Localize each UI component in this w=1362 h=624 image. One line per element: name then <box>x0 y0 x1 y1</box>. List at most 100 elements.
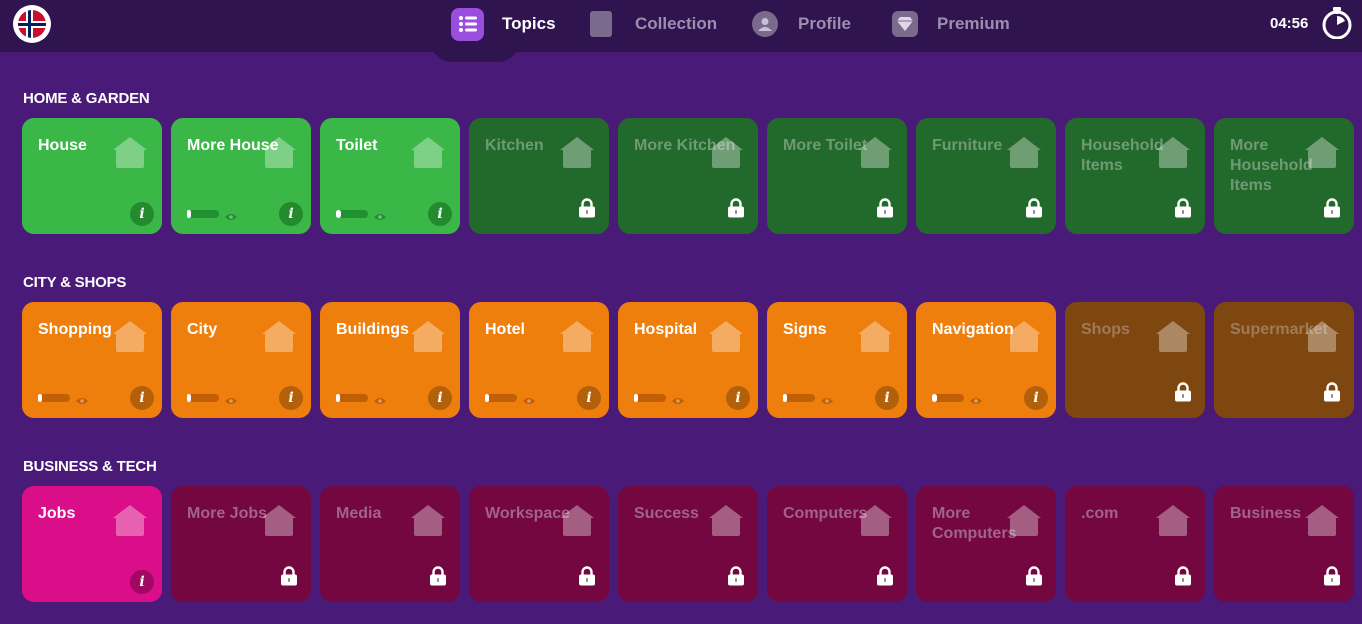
eye-icon <box>225 209 237 220</box>
topic-illustration-icon <box>261 318 299 354</box>
lock-icon <box>1323 566 1341 586</box>
topic-card[interactable]: Shops <box>1065 302 1205 418</box>
lock-icon <box>876 566 894 586</box>
topic-card[interactable]: Buildings i <box>320 302 460 418</box>
eye-icon <box>76 393 88 404</box>
section-title: HOME & GARDEN <box>23 90 150 107</box>
info-icon[interactable]: i <box>577 386 601 410</box>
progress-bar <box>336 210 368 218</box>
nav-topics-label: Topics <box>502 14 556 33</box>
topic-card[interactable]: Navigation i <box>916 302 1056 418</box>
progress-bar-fill <box>336 394 340 402</box>
topic-illustration-icon <box>708 318 746 354</box>
lock-icon <box>280 566 298 586</box>
nav-premium[interactable]: Premium <box>892 5 1010 43</box>
topic-card[interactable]: More Household Items <box>1214 118 1354 234</box>
progress-bar-fill <box>187 210 191 218</box>
topic-card[interactable]: Kitchen <box>469 118 609 234</box>
topic-illustration-icon <box>1155 318 1193 354</box>
info-icon[interactable]: i <box>428 202 452 226</box>
book-icon <box>590 11 612 37</box>
lock-icon <box>876 198 894 218</box>
section-title: BUSINESS & TECH <box>23 458 157 475</box>
topic-card[interactable]: More Computers <box>916 486 1056 602</box>
topic-card[interactable]: More Kitchen <box>618 118 758 234</box>
topic-card[interactable]: House i <box>22 118 162 234</box>
nav-collection[interactable]: Collection <box>590 5 717 43</box>
progress-bar <box>38 394 70 402</box>
info-icon[interactable]: i <box>130 570 154 594</box>
language-flag-icon[interactable] <box>13 5 51 43</box>
topic-illustration-icon <box>1006 134 1044 170</box>
info-icon[interactable]: i <box>726 386 750 410</box>
lock-icon <box>1025 198 1043 218</box>
progress-bar-fill <box>932 394 937 402</box>
topic-card[interactable]: .com <box>1065 486 1205 602</box>
topic-card[interactable]: Jobs i <box>22 486 162 602</box>
info-icon[interactable]: i <box>130 202 154 226</box>
topic-card[interactable]: Workspace <box>469 486 609 602</box>
topic-card[interactable]: Household Items <box>1065 118 1205 234</box>
topic-card[interactable]: Toilet i <box>320 118 460 234</box>
topic-illustration-icon <box>112 134 150 170</box>
eye-icon <box>374 209 386 220</box>
progress-bar-fill <box>634 394 638 402</box>
topic-card[interactable]: Furniture <box>916 118 1056 234</box>
top-bar-bump <box>430 40 520 62</box>
lock-icon <box>429 566 447 586</box>
topic-illustration-icon <box>1006 318 1044 354</box>
nav-premium-label: Premium <box>937 14 1010 33</box>
progress-bar-fill <box>336 210 341 218</box>
info-icon[interactable]: i <box>130 386 154 410</box>
stopwatch-icon[interactable] <box>1322 7 1352 40</box>
nav-topics[interactable]: Topics <box>451 5 556 43</box>
eye-icon <box>672 393 684 404</box>
topic-illustration-icon <box>857 134 895 170</box>
nav-profile[interactable]: Profile <box>752 5 851 43</box>
topic-card[interactable]: Success <box>618 486 758 602</box>
topic-illustration-icon <box>410 134 448 170</box>
topic-card[interactable]: More Toilet <box>767 118 907 234</box>
info-icon[interactable]: i <box>1024 386 1048 410</box>
lock-icon <box>1174 198 1192 218</box>
progress-bar-fill <box>187 394 191 402</box>
topic-illustration-icon <box>1304 502 1342 538</box>
topic-card[interactable]: Hospital i <box>618 302 758 418</box>
eye-icon <box>225 393 237 404</box>
topic-illustration-icon <box>857 318 895 354</box>
timer-text: 04:56 <box>1270 15 1309 32</box>
topic-card[interactable]: Computers <box>767 486 907 602</box>
topic-illustration-icon <box>559 134 597 170</box>
topic-card[interactable]: More House i <box>171 118 311 234</box>
eye-icon <box>970 393 982 404</box>
topic-illustration-icon <box>112 502 150 538</box>
topic-card[interactable]: Supermarket <box>1214 302 1354 418</box>
progress-bar <box>634 394 666 402</box>
info-icon[interactable]: i <box>279 202 303 226</box>
user-icon <box>752 11 778 37</box>
info-icon[interactable]: i <box>428 386 452 410</box>
progress-bar-fill <box>38 394 42 402</box>
eye-icon <box>374 393 386 404</box>
progress-bar <box>336 394 368 402</box>
topic-card[interactable]: More Jobs <box>171 486 311 602</box>
topic-card[interactable]: City i <box>171 302 311 418</box>
topic-card[interactable]: Signs i <box>767 302 907 418</box>
topic-illustration-icon <box>708 134 746 170</box>
progress-bar <box>485 394 517 402</box>
info-icon[interactable]: i <box>279 386 303 410</box>
topic-illustration-icon <box>410 502 448 538</box>
topic-card[interactable]: Hotel i <box>469 302 609 418</box>
lock-icon <box>1174 382 1192 402</box>
eye-icon <box>523 393 535 404</box>
lock-icon <box>1174 566 1192 586</box>
topic-card[interactable]: Shopping i <box>22 302 162 418</box>
progress-bar <box>187 394 219 402</box>
lock-icon <box>727 566 745 586</box>
topic-card[interactable]: Business <box>1214 486 1354 602</box>
topic-illustration-icon <box>708 502 746 538</box>
topic-card[interactable]: Media <box>320 486 460 602</box>
lock-icon <box>578 198 596 218</box>
lock-icon <box>578 566 596 586</box>
info-icon[interactable]: i <box>875 386 899 410</box>
